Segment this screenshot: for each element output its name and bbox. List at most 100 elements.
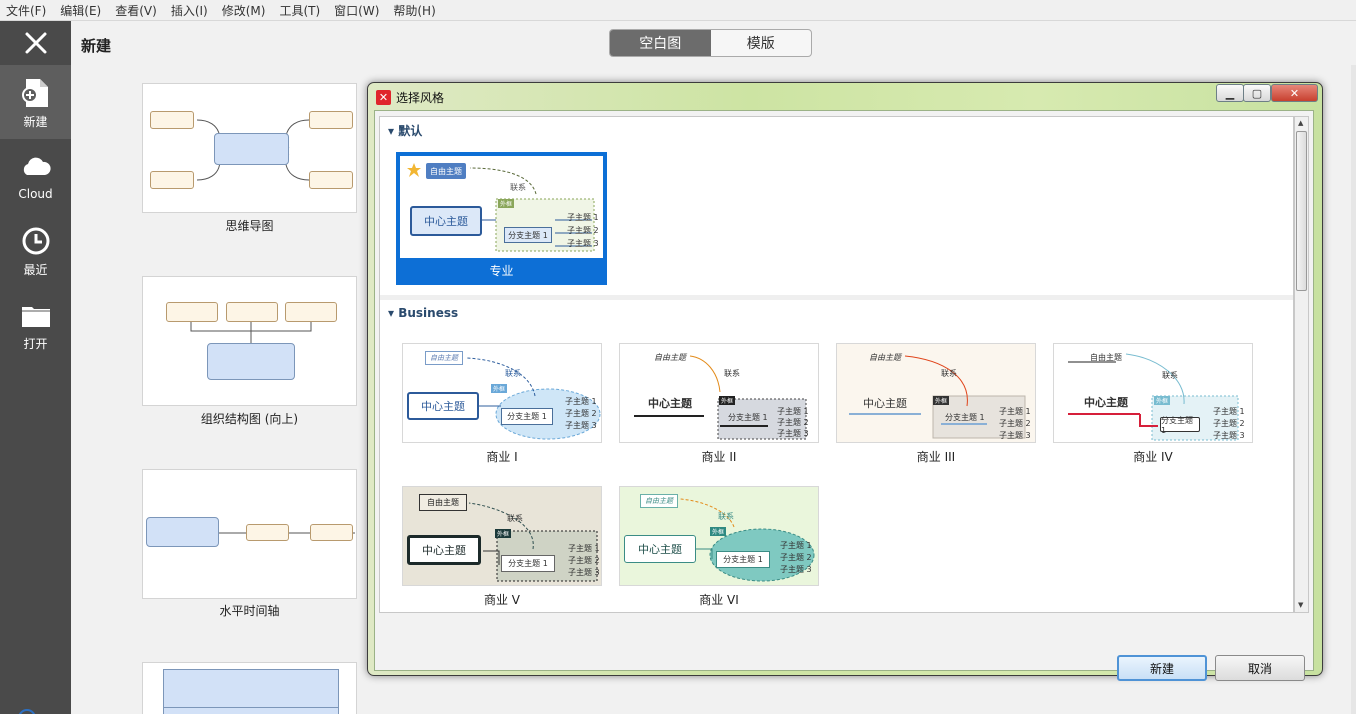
sidebar-item-cloud[interactable]: Cloud (0, 139, 71, 213)
floating-topic: 自由主题 (654, 353, 686, 362)
style-list-scrollbar[interactable]: ▲ ▼ (1294, 116, 1309, 613)
branch-topic: 分支主题 1 (728, 413, 768, 422)
central-topic: 中心主题 (863, 397, 907, 410)
section-divider (380, 295, 1293, 300)
subtopic-box (150, 111, 194, 129)
subtopic-label: 子主题 2 (565, 409, 597, 418)
subtopic-box (166, 302, 218, 322)
dialog-close-button[interactable]: ✕ (1271, 84, 1318, 102)
subtopic-box (310, 524, 353, 541)
style-card-business-6[interactable]: 自由主题 联系 外框 中心主题 分支主题 1 子主题 1 子主题 2 子主题 3 (619, 486, 819, 586)
scrollbar-thumb[interactable] (1296, 131, 1307, 291)
template-label: 组织结构图 (向上) (200, 412, 299, 426)
close-button[interactable] (0, 21, 71, 65)
boundary-label: 外框 (1154, 396, 1171, 405)
style-card-business-4[interactable]: 自由主题 联系 外框 中心主题 分支主题 1 子主题 1 子主题 2 子主题 3 (1053, 343, 1253, 443)
sidebar-item-label: 最近 (23, 263, 48, 277)
central-topic: 中心主题 (407, 535, 481, 565)
style-label: 商业 II (701, 450, 737, 464)
app-logo-icon: ✕ (376, 90, 391, 105)
style-card-business-1[interactable]: 自由主题 联系 外框 中心主题 分支主题 1 子主题 1 子主题 2 子主题 3 (402, 343, 602, 443)
menu-tools[interactable]: 工具(T) (279, 2, 320, 19)
floating-topic: 自由主题 (426, 163, 466, 179)
menu-help[interactable]: 帮助(H) (393, 2, 435, 19)
subtopic-label: 子主题 3 (999, 431, 1031, 440)
subtopic-label: 子主题 1 (780, 541, 812, 550)
template-org-chart-up[interactable] (142, 276, 357, 406)
sidebar-item-label: 打开 (23, 337, 48, 351)
scroll-down-icon[interactable]: ▼ (1298, 601, 1303, 609)
subtopic-label: 子主题 2 (780, 553, 812, 562)
branch-topic: 分支主题 1 (945, 413, 985, 422)
style-label: 商业 VI (699, 593, 739, 607)
dialog-title: 选择风格 (396, 91, 445, 105)
boundary-label: 外框 (710, 527, 727, 536)
cloud-icon (23, 157, 51, 175)
subtopic-label: 子主题 2 (567, 226, 599, 235)
style-card-business-2[interactable]: 自由主题 联系 外框 中心主题 分支主题 1 子主题 1 子主题 2 子主题 3 (619, 343, 819, 443)
subtopic-label: 子主题 1 (565, 397, 597, 406)
menu-file[interactable]: 文件(F) (6, 2, 46, 19)
subtopic-label: 子主题 3 (568, 568, 600, 577)
minimize-button[interactable]: ▁ (1216, 84, 1244, 102)
template-label: 思维导图 (225, 219, 274, 233)
relation-label: 联系 (505, 369, 521, 378)
menu-modify[interactable]: 修改(M) (222, 2, 266, 19)
subtopic-box (309, 171, 353, 189)
style-card-business-5[interactable]: 自由主题 联系 外框 中心主题 分支主题 1 子主题 1 子主题 2 子主题 3 (402, 486, 602, 586)
template-mindmap[interactable] (142, 83, 357, 213)
style-label: 商业 III (916, 450, 956, 464)
page-scrollbar[interactable] (1351, 65, 1356, 714)
star-icon (407, 163, 421, 177)
clock-icon (22, 227, 49, 255)
scroll-up-icon[interactable]: ▲ (1298, 119, 1303, 127)
minimize-icon: ▁ (1225, 86, 1235, 100)
subtopic-label: 子主题 3 (567, 239, 599, 248)
menu-edit[interactable]: 编辑(E) (60, 2, 101, 19)
relation-label: 联系 (724, 369, 740, 378)
central-box (207, 343, 295, 380)
cancel-button[interactable]: 取消 (1215, 655, 1305, 681)
section-default-header[interactable]: ▾ 默认 (388, 122, 422, 139)
sidebar-item-open[interactable]: 打开 (0, 287, 71, 361)
sidebar: 新建 Cloud 最近 打开 (0, 21, 71, 714)
section-business-header[interactable]: ▾ Business (388, 306, 458, 320)
floating-topic: 自由主题 (869, 353, 901, 362)
sidebar-item-new[interactable]: 新建 (0, 65, 71, 139)
subtopic-label: 子主题 2 (568, 556, 600, 565)
style-card-business-3[interactable]: 自由主题 联系 外框 中心主题 分支主题 1 子主题 1 子主题 2 子主题 3 (836, 343, 1036, 443)
branch-topic: 分支主题 1 (504, 227, 552, 243)
menu-window[interactable]: 窗口(W) (334, 2, 379, 19)
relation-label: 联系 (510, 183, 526, 192)
subtopic-box (246, 524, 289, 541)
menu-view[interactable]: 查看(V) (115, 2, 157, 19)
mode-switch: 空白图 模版 (609, 29, 812, 57)
maximize-icon: ▢ (1251, 86, 1263, 100)
tab-template[interactable]: 模版 (711, 30, 812, 56)
section-title: Business (398, 306, 459, 320)
tab-blank[interactable]: 空白图 (610, 30, 711, 56)
subtopic-box (309, 111, 353, 129)
boundary-label: 外框 (495, 529, 512, 538)
subtopic-label: 子主题 1 (777, 407, 809, 416)
floating-topic: 自由主题 (419, 494, 467, 511)
menu-bar: 文件(F) 编辑(E) 查看(V) 插入(I) 修改(M) 工具(T) 窗口(W… (0, 0, 1356, 21)
subtopic-label: 子主题 1 (567, 213, 599, 222)
sidebar-item-recent[interactable]: 最近 (0, 213, 71, 287)
menu-insert[interactable]: 插入(I) (171, 2, 208, 19)
create-button[interactable]: 新建 (1117, 655, 1207, 681)
style-list: ▾ 默认 自由主题 联系 外框 中心主题 分支主题 1 子主题 1 子主题 2 … (379, 116, 1294, 613)
central-topic: 中心主题 (410, 206, 482, 236)
central-topic: 中心主题 (1084, 396, 1128, 409)
template-timeline[interactable] (142, 469, 357, 599)
maximize-button[interactable]: ▢ (1243, 84, 1271, 102)
template-matrix[interactable] (142, 662, 357, 714)
sidebar-item-label: Cloud (18, 187, 53, 201)
subtopic-box (150, 171, 194, 189)
style-label: 商业 V (483, 593, 521, 607)
matrix-divider (163, 707, 339, 708)
close-icon (25, 32, 46, 54)
relation-label: 联系 (941, 369, 957, 378)
section-title: 默认 (398, 124, 423, 138)
style-card-professional[interactable]: 自由主题 联系 外框 中心主题 分支主题 1 子主题 1 子主题 2 子主题 3… (396, 152, 607, 285)
